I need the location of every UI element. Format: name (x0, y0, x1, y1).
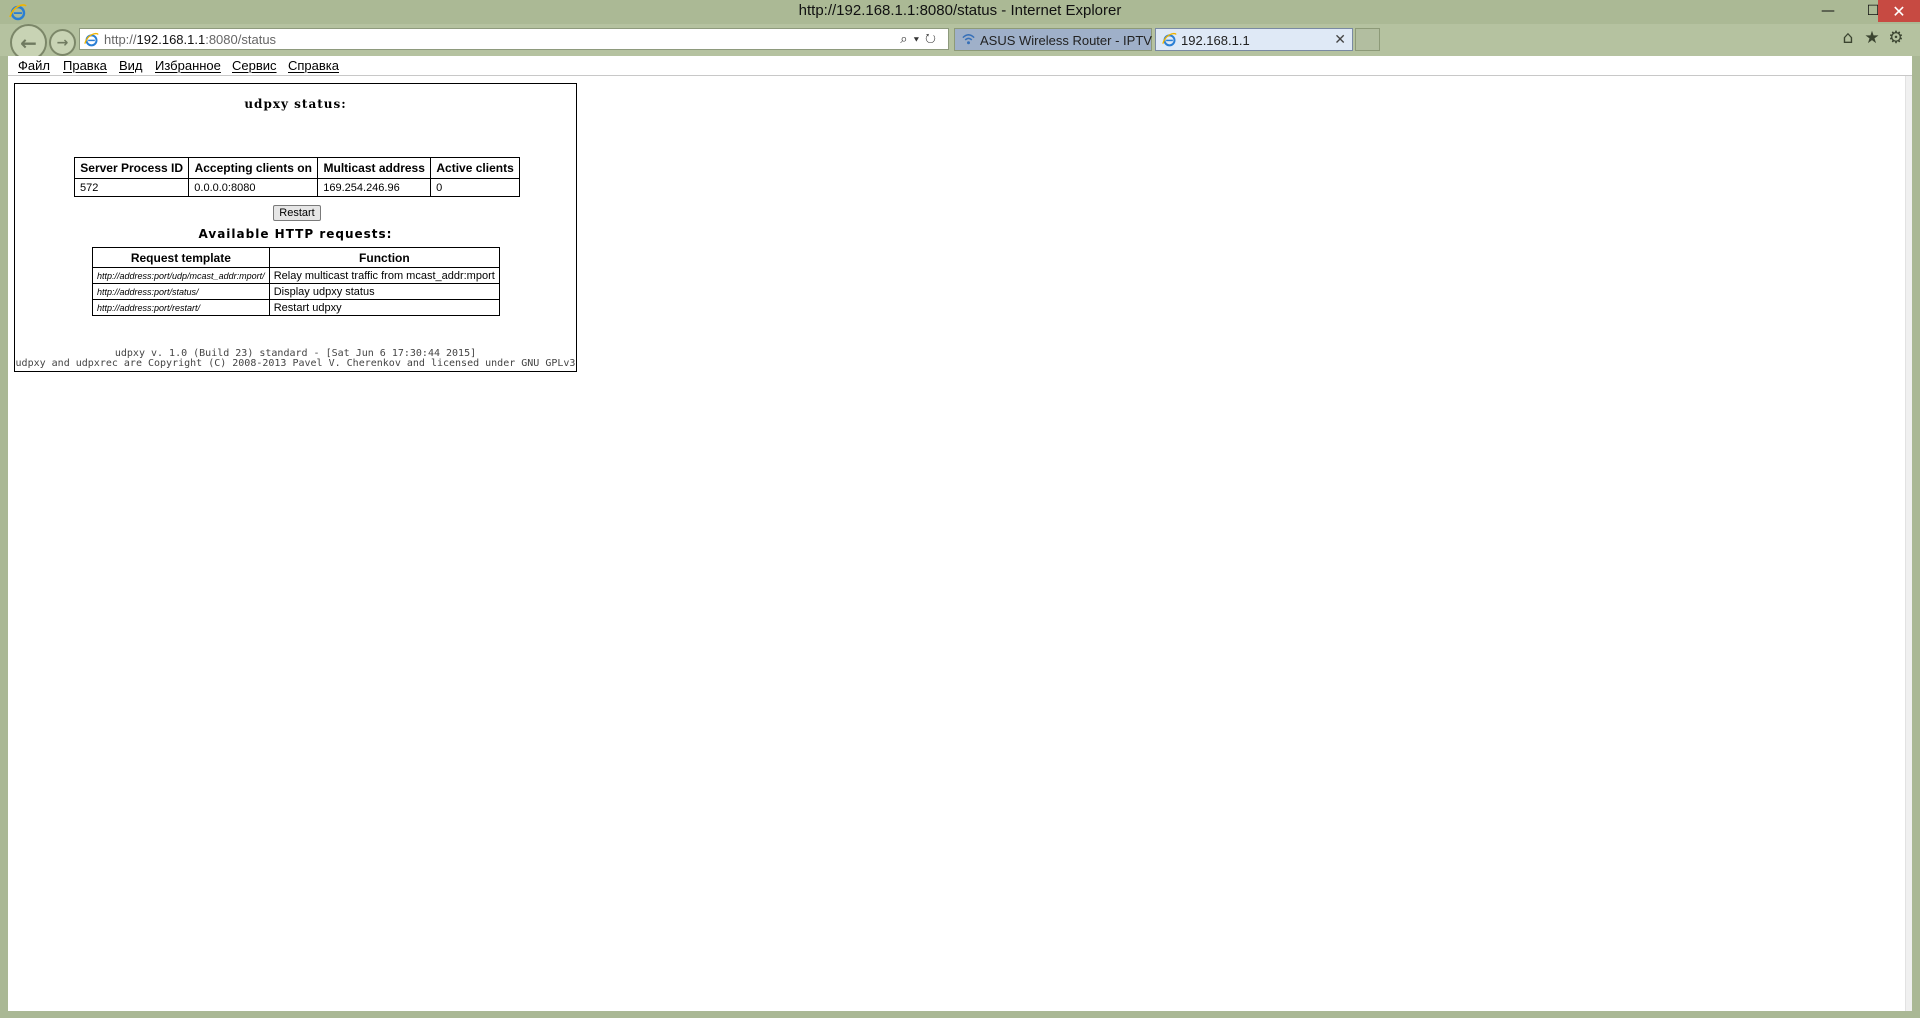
table-row: http://address:port/udp/mcast_addr:mport… (92, 267, 501, 284)
forward-button[interactable]: → (49, 29, 76, 56)
arrow-right-icon: → (56, 34, 69, 51)
request-template: http://address:port/udp/mcast_addr:mport… (92, 267, 270, 284)
request-function: Display udpxy status (268, 283, 501, 300)
close-tab-icon[interactable]: ✕ (1334, 31, 1346, 48)
status-table: Server Process ID Accepting clients on M… (73, 157, 520, 197)
header-function: Function (268, 247, 501, 268)
address-text: http://192.168.1.1:8080/status (104, 32, 276, 47)
restart-button[interactable]: Restart (273, 205, 321, 221)
footer-copyright: udpxy and udpxrec are Copyright (C) 2008… (15, 358, 576, 369)
requests-table: Request template Function http://address… (92, 247, 501, 316)
address-prefix: http:// (104, 32, 137, 47)
request-template: http://address:port/restart/ (92, 299, 270, 316)
site-ie-icon (84, 32, 99, 47)
page-footer: udpxy v. 1.0 (Build 23) standard - [Sat … (15, 349, 576, 369)
table-row: http://address:port/status/ Display udpx… (92, 283, 501, 300)
address-host: 192.168.1.1 (136, 32, 206, 47)
vertical-scrollbar[interactable] (1905, 76, 1912, 1011)
page-viewport: udpxy status: Server Process ID Acceptin… (8, 76, 1912, 1011)
tab-status[interactable]: 192.168.1.1 ✕ (1155, 28, 1353, 51)
menu-view[interactable]: Вид (119, 58, 143, 73)
menu-favorites[interactable]: Избранное (155, 58, 221, 73)
request-template: http://address:port/status/ (92, 283, 270, 300)
browser-toolbar: ⌂ ★ ⚙ (1836, 28, 1916, 48)
internet-explorer-icon (1162, 32, 1177, 47)
search-refresh-icons[interactable]: ⌕▾↻ (900, 31, 942, 47)
header-active-clients: Active clients (430, 157, 520, 179)
status-header-row: Server Process ID Accepting clients on M… (73, 157, 520, 179)
tab-label: ASUS Wireless Router - IPTV (980, 33, 1152, 48)
menu-tools[interactable]: Сервис (232, 58, 277, 73)
request-function: Relay multicast traffic from mcast_addr:… (268, 267, 501, 284)
address-path: :8080/status (205, 32, 277, 47)
requests-header-row: Request template Function (92, 247, 501, 268)
request-function: Restart udpxy (268, 299, 501, 316)
server-pid-value: 572 (73, 178, 190, 197)
arrow-left-icon: ← (20, 30, 37, 55)
window-title: http://192.168.1.1:8080/status - Interne… (798, 2, 1122, 19)
close-window-button[interactable]: ✕ (1878, 0, 1920, 22)
tab-asus-router[interactable]: ASUS Wireless Router - IPTV (954, 28, 1152, 51)
header-multicast-address: Multicast address (317, 157, 432, 179)
tab-label: 192.168.1.1 (1181, 33, 1250, 48)
menu-bar: Файл Правка Вид Избранное Сервис Справка (8, 56, 1912, 76)
settings-gear-icon[interactable]: ⚙ (1884, 28, 1908, 48)
header-accepting-clients: Accepting clients on (188, 157, 319, 179)
menu-help[interactable]: Справка (288, 58, 339, 73)
header-server-pid: Server Process ID (73, 157, 190, 179)
home-icon[interactable]: ⌂ (1836, 28, 1860, 48)
favorites-star-icon[interactable]: ★ (1860, 28, 1884, 48)
wifi-icon (962, 34, 975, 45)
table-row: http://address:port/restart/ Restart udp… (92, 299, 501, 316)
multicast-address-value: 169.254.246.96 (317, 178, 432, 197)
new-tab-button[interactable] (1355, 28, 1380, 51)
menu-file[interactable]: Файл (18, 58, 50, 73)
address-bar[interactable]: http://192.168.1.1:8080/status ⌕▾↻ (79, 28, 949, 50)
title-bar: http://192.168.1.1:8080/status - Interne… (0, 0, 1920, 24)
minimize-button[interactable]: — (1806, 0, 1850, 22)
page-title: udpxy status: (244, 97, 347, 111)
menu-edit[interactable]: Правка (63, 58, 107, 73)
window-frame-bottom (0, 1011, 1920, 1018)
header-request-template: Request template (92, 247, 270, 268)
active-clients-value: 0 (430, 178, 520, 197)
status-data-row: 572 0.0.0.0:8080 169.254.246.96 0 (73, 178, 520, 197)
accepting-clients-value: 0.0.0.0:8080 (188, 178, 319, 197)
requests-heading: Available HTTP requests: (198, 227, 393, 241)
navigation-bar: ← → http://192.168.1.1:8080/status ⌕▾↻ A… (0, 24, 1920, 61)
udpxy-status-panel: udpxy status: Server Process ID Acceptin… (14, 83, 577, 372)
